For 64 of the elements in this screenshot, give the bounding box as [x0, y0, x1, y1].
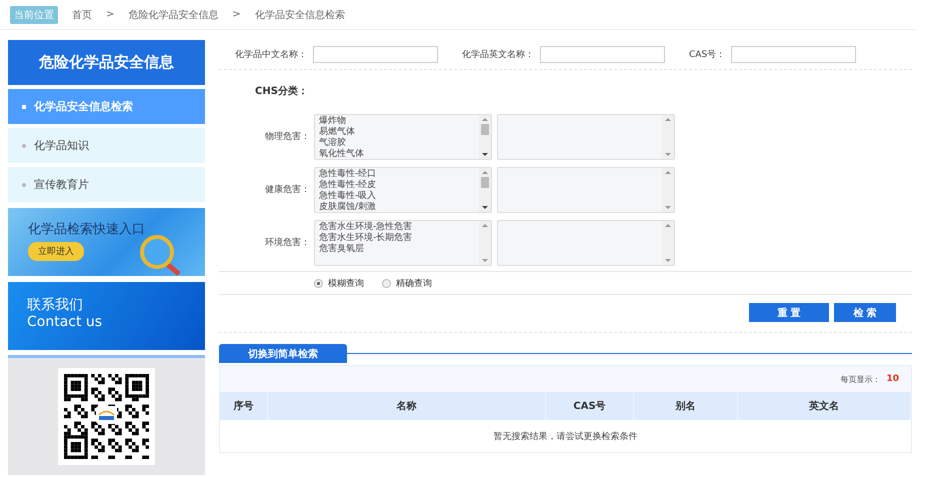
hazard-label: 物理危害：: [264, 130, 311, 143]
ghs-label: CHS分类：: [254, 84, 309, 99]
list-option[interactable]: 气溶胶: [319, 138, 475, 148]
page-size-label: 每页显示：: [840, 374, 880, 384]
radio-icon[interactable]: [314, 278, 323, 288]
list-option[interactable]: 爆炸物: [319, 116, 475, 126]
match-mode-radio[interactable]: 模糊查询: [314, 276, 364, 290]
breadcrumb-separator: >: [232, 9, 241, 20]
breadcrumb-link[interactable]: 危险化学品安全信息: [128, 8, 218, 22]
column-header: 英文名: [738, 392, 911, 420]
scrollbar-icon[interactable]: [479, 168, 491, 212]
column-header: CAS号: [546, 392, 634, 420]
banner-title: 化学品检索快速入口: [28, 221, 146, 238]
list-option[interactable]: 皮肤腐蚀/刺激: [319, 202, 475, 212]
current-location-badge: 当前位置: [10, 6, 58, 24]
radio-icon[interactable]: [382, 278, 391, 288]
list-option[interactable]: 危害水生环境-长期危害: [319, 232, 475, 244]
column-header: 别名: [634, 392, 738, 420]
sidebar-item[interactable]: 宣传教育片: [8, 167, 205, 202]
quick-search-banner[interactable]: 化学品检索快速入口 立即进入: [8, 208, 205, 276]
scrollbar-icon[interactable]: [662, 168, 674, 212]
scrollbar-icon[interactable]: [662, 114, 674, 158]
list-option[interactable]: 急性毒性-经口: [319, 168, 475, 180]
input-field[interactable]: [313, 46, 438, 63]
hazard-listbox[interactable]: 爆炸物 易燃气体 气溶胶 氧化性气体: [314, 114, 492, 160]
list-option[interactable]: 危害臭氧层: [319, 244, 475, 254]
breadcrumb-link[interactable]: 化学品安全信息检索: [254, 8, 345, 22]
field-label: 化学品中文名称：: [235, 48, 307, 61]
page-size-value[interactable]: 10: [886, 374, 899, 384]
selected-listbox[interactable]: [497, 220, 675, 266]
qr-code-icon: [58, 368, 155, 465]
input-field[interactable]: [540, 46, 665, 63]
field-label: CAS号：: [689, 49, 726, 61]
contact-banner[interactable]: 联系我们 Contact us: [8, 282, 205, 350]
list-option[interactable]: 氧化性气体: [319, 148, 475, 158]
breadcrumb-link[interactable]: 首页: [72, 8, 92, 22]
list-option[interactable]: 急性毒性-吸入: [319, 190, 475, 202]
column-header: 序号: [220, 392, 268, 420]
selected-listbox[interactable]: [497, 114, 675, 160]
column-header: 名称: [268, 392, 546, 420]
scrollbar-icon[interactable]: [479, 220, 491, 264]
search-button[interactable]: 检 索: [834, 303, 896, 322]
match-mode-radio[interactable]: 精确查询: [382, 276, 432, 290]
empty-message: 暂无搜索结果，请尝试更换检索条件: [494, 430, 638, 442]
list-option[interactable]: 易燃气体: [319, 126, 475, 138]
hazard-listbox[interactable]: 危害水生环境-急性危害 危害水生环境-长期危害 危害臭氧层: [314, 220, 492, 266]
list-option[interactable]: 危害水生环境-急性危害: [319, 222, 475, 232]
selected-listbox[interactable]: [497, 166, 675, 212]
sidebar-item[interactable]: 化学品知识: [8, 128, 205, 163]
breadcrumb-separator: >: [106, 9, 114, 20]
banner-title: 联系我们: [27, 297, 84, 314]
switch-tab[interactable]: 切换到简单检索: [219, 344, 347, 363]
list-option[interactable]: 急性毒性-经皮: [319, 180, 475, 190]
field-label: 化学品英文名称：: [462, 48, 534, 61]
enter-now-button[interactable]: 立即进入: [28, 242, 84, 261]
input-field[interactable]: [731, 46, 856, 63]
banner-subtitle: Contact us: [27, 314, 104, 331]
scrollbar-icon[interactable]: [662, 220, 674, 264]
reset-button[interactable]: 重 置: [749, 303, 829, 322]
hazard-listbox[interactable]: 急性毒性-经口 急性毒性-经皮 急性毒性-吸入 皮肤腐蚀/刺激: [314, 166, 492, 212]
scrollbar-icon[interactable]: [479, 114, 491, 158]
sidebar-title: 危险化学品安全信息: [8, 40, 205, 85]
hazard-label: 健康危害：: [264, 184, 311, 196]
hazard-label: 环境危害：: [264, 236, 311, 249]
